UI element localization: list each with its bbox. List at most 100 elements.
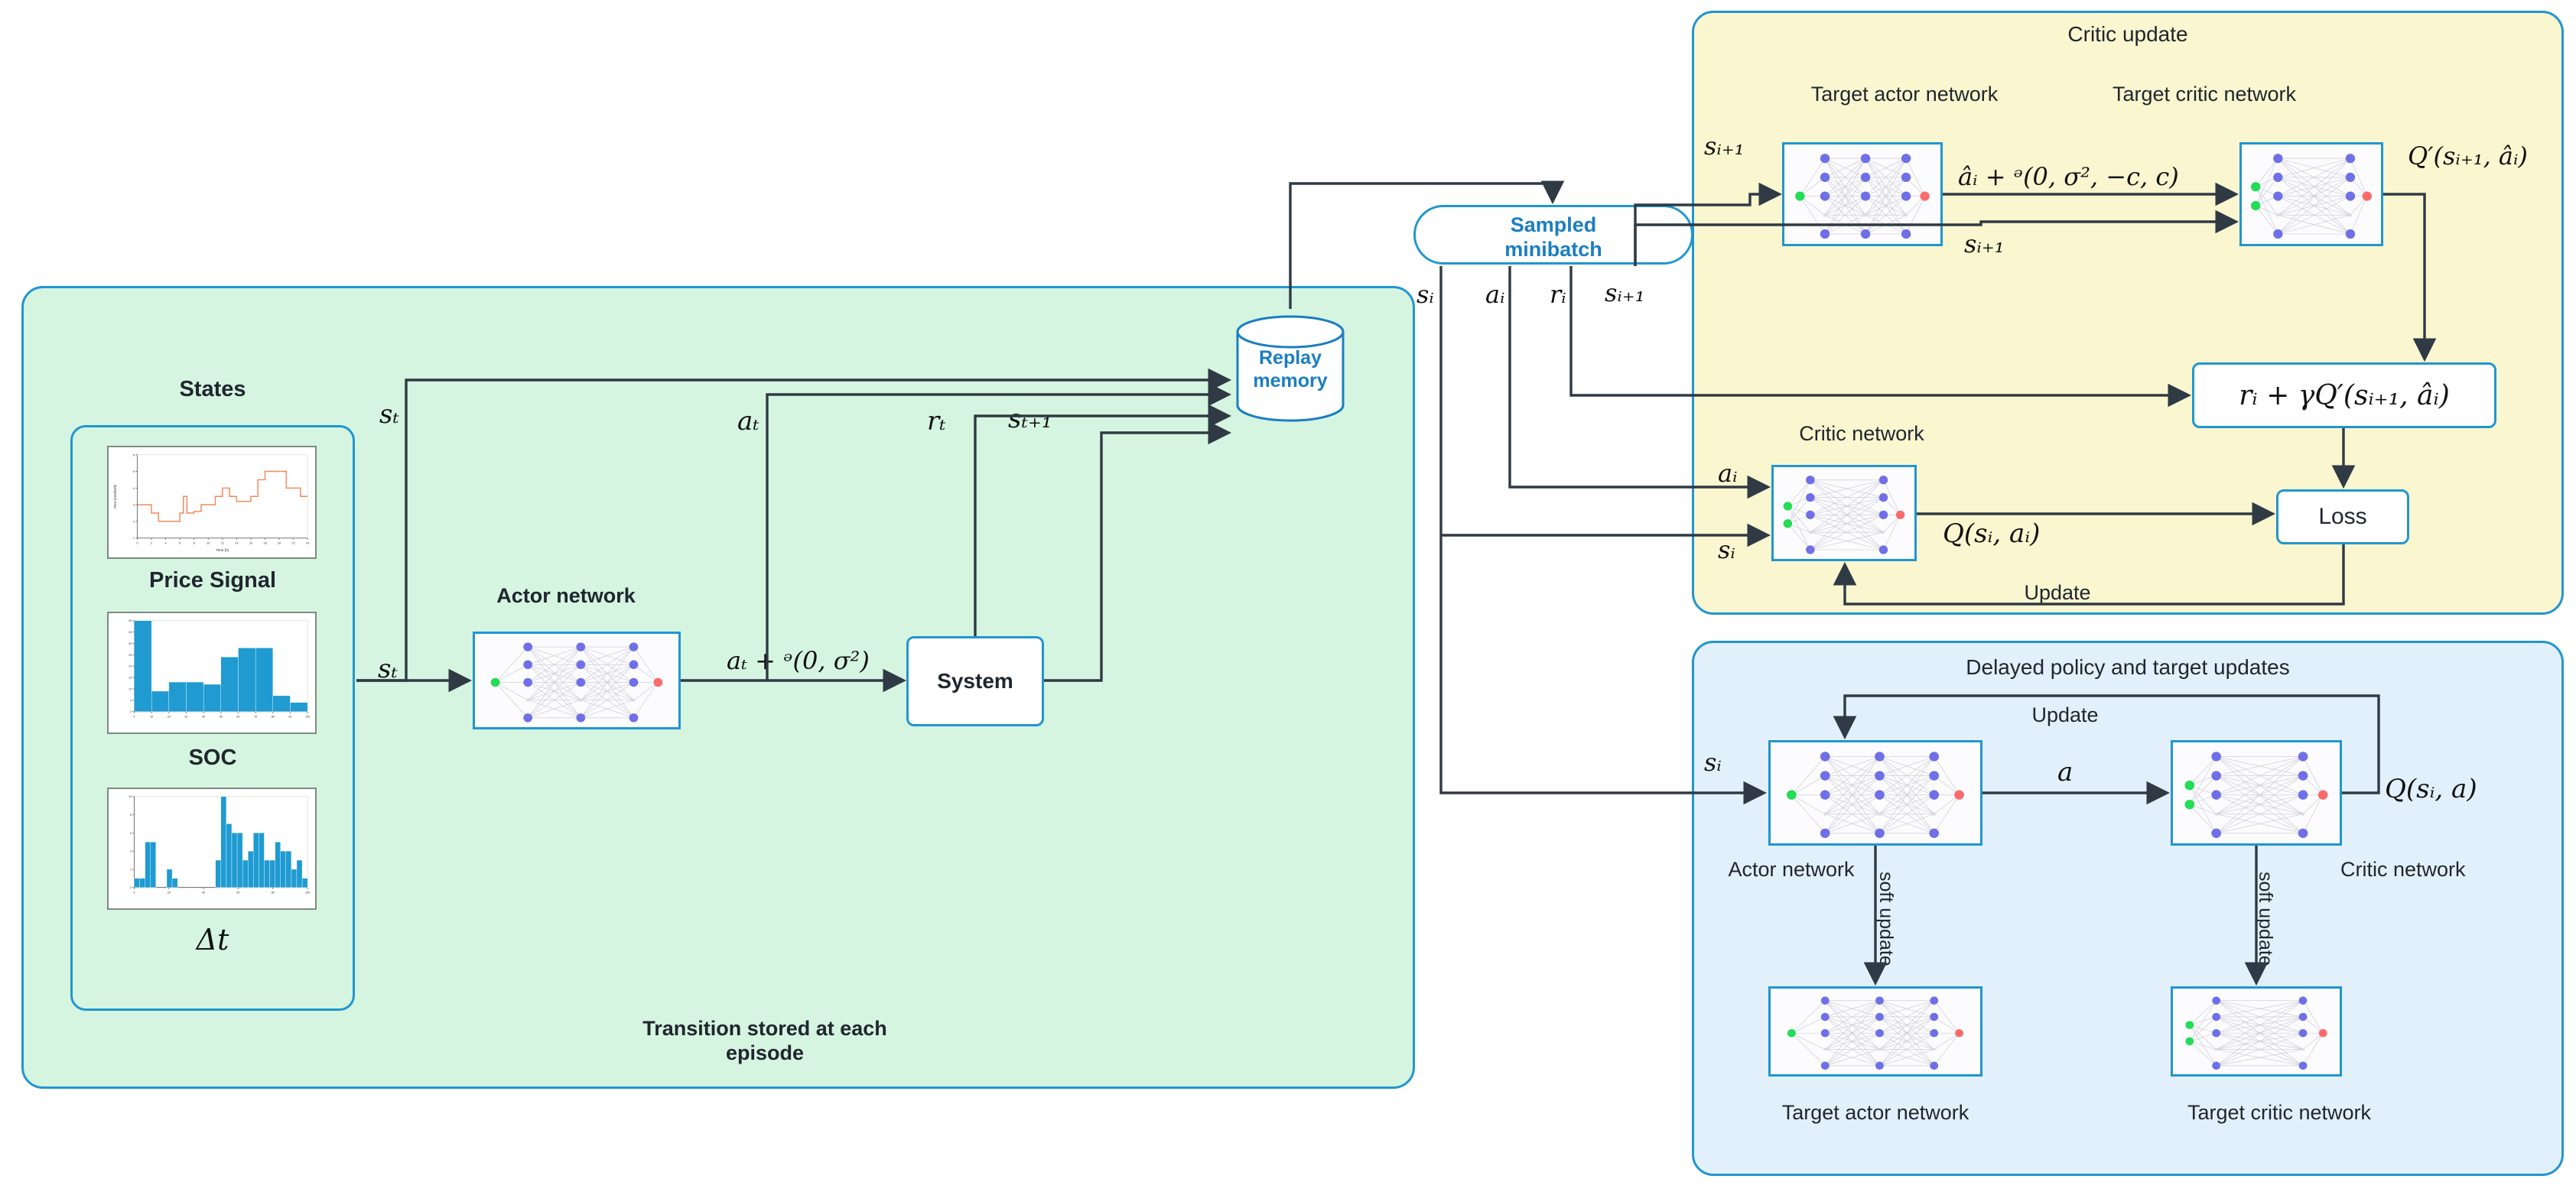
svg-text:14: 14 xyxy=(235,541,239,545)
svg-text:20: 20 xyxy=(168,716,171,719)
svg-text:80: 80 xyxy=(272,892,275,895)
states-title: States xyxy=(70,376,355,402)
target-critic-network-box[interactable] xyxy=(2239,142,2383,246)
delayed-edge-a: a xyxy=(2057,757,2073,788)
delayed-target-critic-graph xyxy=(2173,989,2340,1074)
svg-text:30: 30 xyxy=(128,642,132,645)
minibatch-col-ai: aᵢ xyxy=(1485,280,1505,309)
svg-text:10: 10 xyxy=(128,687,132,690)
critic-edge-q-prime: Q′(sᵢ₊₁, âᵢ) xyxy=(2408,141,2528,171)
svg-text:70: 70 xyxy=(254,716,257,719)
price-signal-label: Price Signal xyxy=(70,567,355,593)
svg-text:20: 20 xyxy=(128,665,132,668)
actor-network-graph xyxy=(475,634,678,727)
svg-text:0: 0 xyxy=(133,892,135,895)
edge-label-action-noise: aₜ + ᵊ(0, σ²) xyxy=(727,646,870,675)
svg-text:20: 20 xyxy=(168,892,171,895)
replay-memory-cylinder[interactable]: Replay memory xyxy=(1234,312,1347,425)
critic-update-title: Critic update xyxy=(1692,21,2564,47)
loss-box[interactable]: Loss xyxy=(2276,489,2409,544)
target-actor-network-box[interactable] xyxy=(1782,142,1943,246)
minibatch-col-si: sᵢ xyxy=(1416,280,1434,309)
delayed-critic-network-label: Critic network xyxy=(2340,858,2539,882)
critic-edge-q-si-ai: Q(sᵢ, aᵢ) xyxy=(1943,518,2040,549)
actor-network-box[interactable] xyxy=(473,632,681,729)
critic-network-label: Critic network xyxy=(1709,422,2015,447)
target-critic-network-label: Target critic network xyxy=(2044,83,2365,107)
svg-text:10: 10 xyxy=(128,795,132,798)
svg-text:4: 4 xyxy=(133,486,135,490)
actor-network-label: Actor network xyxy=(428,584,704,609)
svg-text:1: 1 xyxy=(133,536,135,540)
svg-text:4: 4 xyxy=(130,850,132,853)
diagram-canvas: States 024681012141618202224123456Price … xyxy=(0,0,2576,1192)
delayed-edge-si: sᵢ xyxy=(1704,748,1722,777)
svg-text:5: 5 xyxy=(133,469,135,473)
critic-network-graph xyxy=(1774,467,1914,559)
delayed-actor-network-graph xyxy=(1771,742,1980,843)
delta-t-label: Δt xyxy=(70,923,355,957)
delayed-edge-q-si-a: Q(sᵢ, a) xyxy=(2385,774,2477,804)
delayed-target-actor-box[interactable] xyxy=(1768,986,1982,1077)
svg-text:80: 80 xyxy=(272,716,275,719)
svg-text:2: 2 xyxy=(130,868,132,871)
sampled-minibatch-box[interactable]: Sampled minibatch xyxy=(1413,205,1693,265)
delayed-target-actor-graph xyxy=(1771,989,1980,1074)
target-actor-network-graph xyxy=(1784,145,1940,244)
edge-label-st1: sₜ₊₁ xyxy=(1008,404,1052,434)
svg-text:8: 8 xyxy=(130,814,132,817)
svg-text:12: 12 xyxy=(221,541,224,545)
svg-text:15: 15 xyxy=(128,677,132,680)
delayed-update-arrow-label: Update xyxy=(1958,703,2172,728)
critic-update-arrow-label: Update xyxy=(1943,581,2172,606)
system-label: System xyxy=(937,668,1013,693)
svg-text:10: 10 xyxy=(207,541,210,545)
svg-text:100: 100 xyxy=(305,892,310,895)
svg-text:3: 3 xyxy=(133,503,135,507)
svg-text:25: 25 xyxy=(128,654,132,657)
svg-text:0: 0 xyxy=(133,716,135,719)
svg-text:8: 8 xyxy=(194,541,195,545)
delta-t-chart: 0246810020406080100 xyxy=(107,788,317,910)
svg-text:50: 50 xyxy=(220,716,223,719)
soc-label: SOC xyxy=(70,745,355,771)
svg-text:10: 10 xyxy=(150,716,153,719)
system-box[interactable]: System xyxy=(906,636,1044,726)
svg-text:20: 20 xyxy=(278,541,281,545)
delayed-critic-network-graph xyxy=(2173,742,2340,843)
svg-text:22: 22 xyxy=(291,541,294,545)
delayed-target-actor-label: Target actor network xyxy=(1707,1101,2044,1125)
delayed-target-critic-label: Target critic network xyxy=(2111,1101,2448,1125)
svg-text:6: 6 xyxy=(179,541,181,545)
delayed-updates-title: Delayed policy and target updates xyxy=(1692,654,2564,680)
svg-text:60: 60 xyxy=(236,716,239,719)
edge-label-rt: rₜ xyxy=(927,406,946,437)
target-critic-network-graph xyxy=(2242,145,2381,244)
svg-text:30: 30 xyxy=(184,716,187,719)
delayed-actor-network-box[interactable] xyxy=(1768,740,1982,846)
delayed-actor-network-label: Actor network xyxy=(1699,858,1883,882)
soft-update-actor-label: soft update xyxy=(1875,872,1898,966)
edge-label-st-actor: sₜ xyxy=(378,654,398,684)
delayed-critic-network-box[interactable] xyxy=(2171,740,2342,846)
sampled-minibatch-label: Sampled minibatch xyxy=(1416,213,1691,262)
target-value-text: rᵢ + γQ′(sᵢ₊₁, âᵢ) xyxy=(2239,380,2450,411)
svg-text:2: 2 xyxy=(133,519,135,523)
svg-text:60: 60 xyxy=(236,892,239,895)
svg-text:16: 16 xyxy=(249,541,252,545)
critic-edge-s-next-in: sᵢ₊₁ xyxy=(1704,132,1745,161)
svg-text:90: 90 xyxy=(288,716,291,719)
delayed-target-critic-box[interactable] xyxy=(2171,986,2342,1077)
svg-text:Time (h): Time (h) xyxy=(216,548,229,552)
svg-text:24: 24 xyxy=(306,541,310,545)
svg-text:40: 40 xyxy=(202,716,205,719)
target-value-box[interactable]: rᵢ + γQ′(sᵢ₊₁, âᵢ) xyxy=(2192,362,2496,428)
soc-svg: 05101520253035400102030405060708090100 xyxy=(109,613,315,732)
price-signal-svg: 024681012141618202224123456Price (Cent/k… xyxy=(109,447,315,557)
critic-network-box[interactable] xyxy=(1771,465,1917,561)
svg-text:0: 0 xyxy=(130,710,132,713)
svg-text:0: 0 xyxy=(130,886,132,889)
svg-text:100: 100 xyxy=(305,716,310,719)
svg-text:40: 40 xyxy=(202,892,205,895)
minibatch-col-ri: rᵢ xyxy=(1550,280,1566,309)
